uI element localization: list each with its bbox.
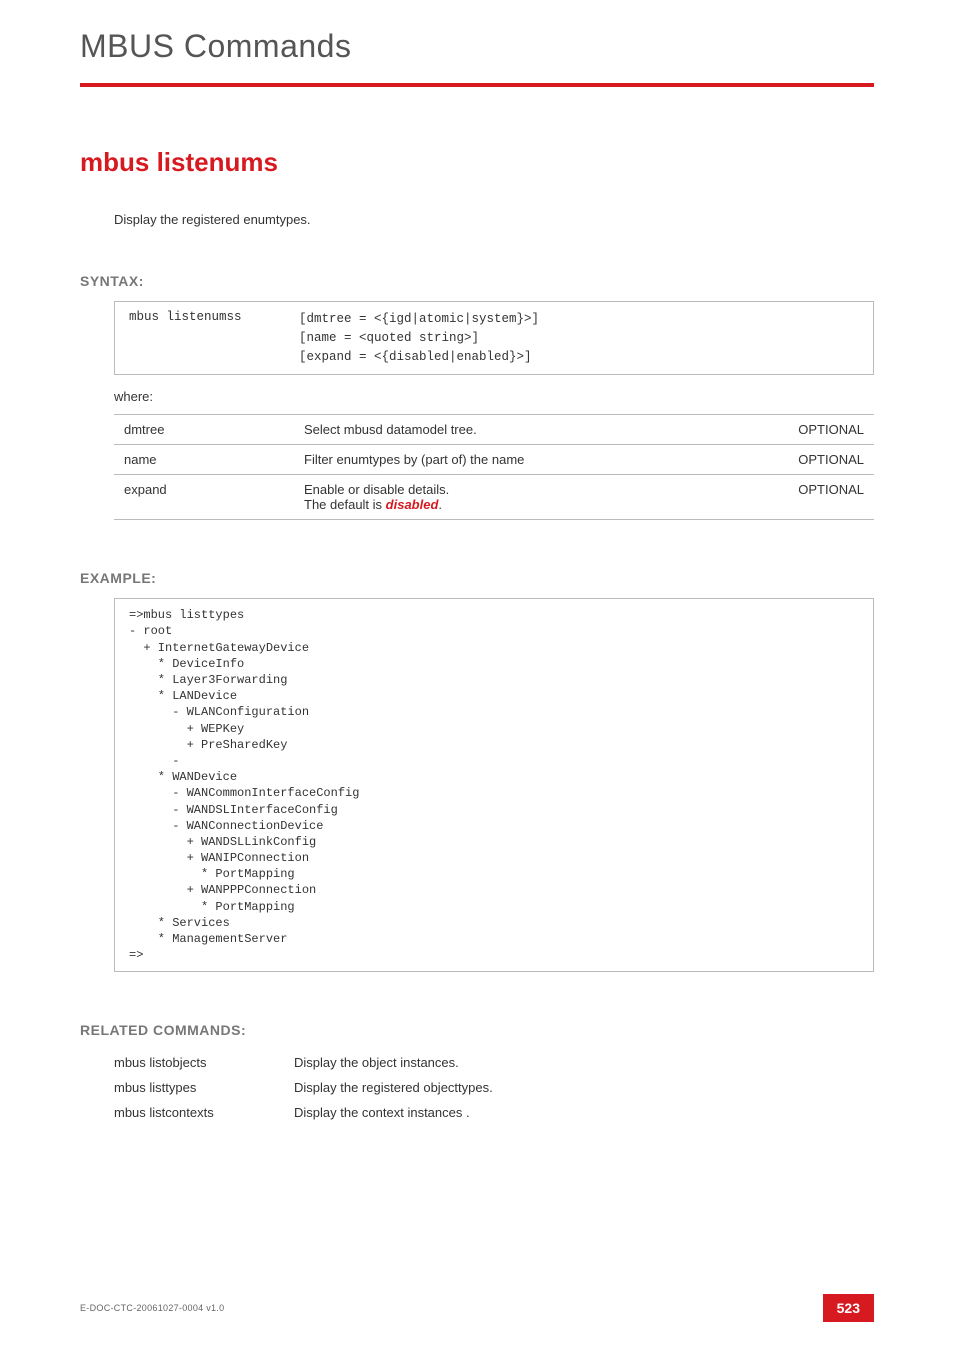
syntax-heading: SYNTAX:	[80, 273, 874, 289]
param-desc: Filter enumtypes by (part of) the name	[294, 445, 764, 475]
related-command-desc: Display the context instances .	[294, 1100, 493, 1125]
param-desc: Enable or disable details. The default i…	[294, 475, 764, 520]
param-name: name	[114, 445, 294, 475]
table-row: mbus listcontexts Display the context in…	[114, 1100, 493, 1125]
header-rule	[80, 83, 874, 87]
related-command-desc: Display the registered objecttypes.	[294, 1075, 493, 1100]
table-row: expand Enable or disable details. The de…	[114, 475, 874, 520]
related-commands-table: mbus listobjects Display the object inst…	[114, 1050, 493, 1125]
command-title: mbus listenums	[80, 147, 874, 178]
param-optional: OPTIONAL	[764, 475, 874, 520]
related-command-desc: Display the object instances.	[294, 1050, 493, 1075]
doc-id: E-DOC-CTC-20061027-0004 v1.0	[80, 1303, 224, 1313]
page-footer: E-DOC-CTC-20061027-0004 v1.0 523	[80, 1294, 874, 1322]
related-heading: RELATED COMMANDS:	[80, 1022, 874, 1038]
table-row: name Filter enumtypes by (part of) the n…	[114, 445, 874, 475]
chapter-title: MBUS Commands	[80, 28, 874, 65]
related-command-name: mbus listtypes	[114, 1075, 294, 1100]
table-row: mbus listobjects Display the object inst…	[114, 1050, 493, 1075]
example-heading: EXAMPLE:	[80, 570, 874, 586]
param-optional: OPTIONAL	[764, 445, 874, 475]
param-desc-emphasis: disabled	[386, 497, 439, 512]
param-name: dmtree	[114, 415, 294, 445]
page-number: 523	[823, 1294, 874, 1322]
table-row: mbus listtypes Display the registered ob…	[114, 1075, 493, 1100]
params-table: dmtree Select mbusd datamodel tree. OPTI…	[114, 414, 874, 520]
related-command-name: mbus listcontexts	[114, 1100, 294, 1125]
param-desc-suffix: .	[438, 497, 442, 512]
param-name: expand	[114, 475, 294, 520]
table-row: dmtree Select mbusd datamodel tree. OPTI…	[114, 415, 874, 445]
syntax-box: mbus listenumss [dmtree = <{igd|atomic|s…	[114, 301, 874, 375]
param-optional: OPTIONAL	[764, 415, 874, 445]
where-label: where:	[114, 389, 874, 404]
param-desc: Select mbusd datamodel tree.	[294, 415, 764, 445]
related-command-name: mbus listobjects	[114, 1050, 294, 1075]
intro-text: Display the registered enumtypes.	[114, 212, 874, 227]
syntax-command: mbus listenumss	[129, 310, 299, 366]
syntax-args: [dmtree = <{igd|atomic|system}>] [name =…	[299, 310, 539, 366]
example-output: =>mbus listtypes - root + InternetGatewa…	[114, 598, 874, 972]
